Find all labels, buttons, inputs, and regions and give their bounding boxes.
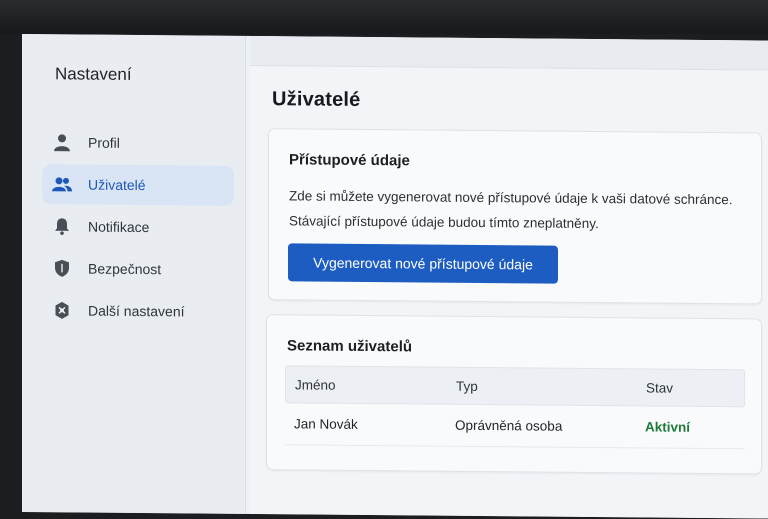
monitor-bezel xyxy=(0,0,768,34)
people-icon xyxy=(52,174,72,194)
generate-credentials-button[interactable]: Vygenerovat nové přístupové údaje xyxy=(288,243,558,284)
person-icon xyxy=(52,132,72,152)
column-header-status: Stav xyxy=(646,379,674,396)
table-header: Jméno Typ Stav xyxy=(285,365,745,408)
sidebar-item-label: Další nastavení xyxy=(88,302,185,320)
main-content: Uživatelé Přístupové údaje Zde si můžete… xyxy=(250,35,768,519)
sidebar-item-label: Uživatelé xyxy=(88,176,146,194)
sidebar-item-uzivatele[interactable]: Uživatelé xyxy=(42,164,234,206)
sidebar-item-bezpecnost[interactable]: Bezpečnost xyxy=(42,248,234,290)
credentials-description-line-2: Stávající přístupové údaje budou tímto z… xyxy=(289,213,599,232)
sidebar-item-label: Notifikace xyxy=(88,218,150,236)
bell-icon xyxy=(52,216,72,236)
column-header-type: Typ xyxy=(456,378,478,394)
credentials-card: Přístupové údaje Zde si můžete vygenerov… xyxy=(268,128,762,305)
user-name: Jan Novák xyxy=(294,416,358,432)
table-row[interactable]: Jan Novák Oprávněná osoba Aktivní xyxy=(285,403,745,450)
sidebar-item-label: Profil xyxy=(88,134,120,151)
credentials-description: Zde si můžete vygenerovat nové přístupov… xyxy=(289,183,759,237)
sidebar: Nastavení Profil Uživatelé Notifikace Be… xyxy=(22,34,246,514)
sidebar-item-notifikace[interactable]: Notifikace xyxy=(42,206,234,248)
status-badge: Aktivní xyxy=(645,419,691,435)
shield-icon xyxy=(52,258,72,278)
gear-icon xyxy=(52,300,72,320)
users-title: Seznam uživatelů xyxy=(287,337,413,356)
credentials-title: Přístupové údaje xyxy=(289,151,410,170)
user-type: Oprávněná osoba xyxy=(455,417,563,434)
users-card: Seznam uživatelů Jméno Typ Stav Jan Nová… xyxy=(266,314,762,475)
sidebar-title: Nastavení xyxy=(55,64,132,84)
column-header-name: Jméno xyxy=(295,376,336,393)
sidebar-item-dalsi-nastaveni[interactable]: Další nastavení xyxy=(42,290,234,332)
page-title: Uživatelé xyxy=(272,88,361,111)
settings-window: Nastavení Profil Uživatelé Notifikace Be… xyxy=(22,34,768,519)
sidebar-item-profil[interactable]: Profil xyxy=(42,122,234,164)
main-top-bar xyxy=(250,35,768,71)
sidebar-item-label: Bezpečnost xyxy=(88,260,162,278)
users-table: Jméno Typ Stav Jan Novák Oprávněná osoba… xyxy=(285,365,745,450)
